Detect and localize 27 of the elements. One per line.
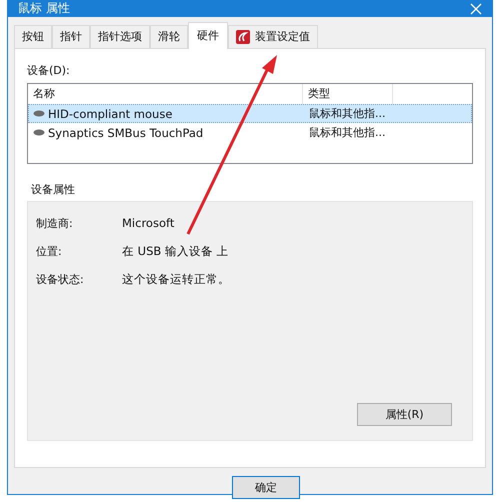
- device-name: HID-compliant mouse: [48, 106, 172, 120]
- field-value: Microsoft: [122, 216, 176, 231]
- device-type: 鼠标和其他指...: [308, 106, 386, 121]
- field-label: 制造商:: [36, 216, 74, 231]
- tab[interactable]: 指针: [52, 25, 90, 48]
- group-title: 设备属性: [31, 182, 76, 197]
- device-row[interactable]: HID-compliant mouse 鼠标和其他指...: [28, 104, 472, 123]
- window-title: 鼠标 属性: [18, 0, 70, 17]
- tab[interactable]: 滑轮: [150, 25, 188, 48]
- field-value: 在 USB 输入设备 上: [122, 244, 230, 259]
- device-name: Synaptics SMBus TouchPad: [48, 126, 204, 140]
- device-row[interactable]: Synaptics SMBus TouchPad 鼠标和其他指...: [28, 123, 472, 142]
- field-value: 这个设备运转正常。: [122, 272, 231, 287]
- mouse-icon: [33, 129, 45, 136]
- device-type: 鼠标和其他指...: [308, 125, 386, 140]
- close-icon[interactable]: [470, 2, 482, 14]
- devices-label: 设备(D):: [27, 63, 71, 78]
- swirl-logo-icon: [236, 30, 250, 44]
- tab[interactable]: 装置设定值: [228, 25, 318, 48]
- field-label: 设备状态:: [36, 272, 85, 287]
- properties-button[interactable]: 属性(R): [357, 403, 452, 426]
- ok-button[interactable]: 确定: [232, 476, 300, 499]
- tab[interactable]: 指针选项: [90, 25, 150, 48]
- tab[interactable]: 按钮: [14, 25, 52, 48]
- field-label: 位置:: [36, 244, 63, 259]
- tab[interactable]: 硬件: [188, 22, 228, 49]
- mouse-icon: [33, 110, 45, 117]
